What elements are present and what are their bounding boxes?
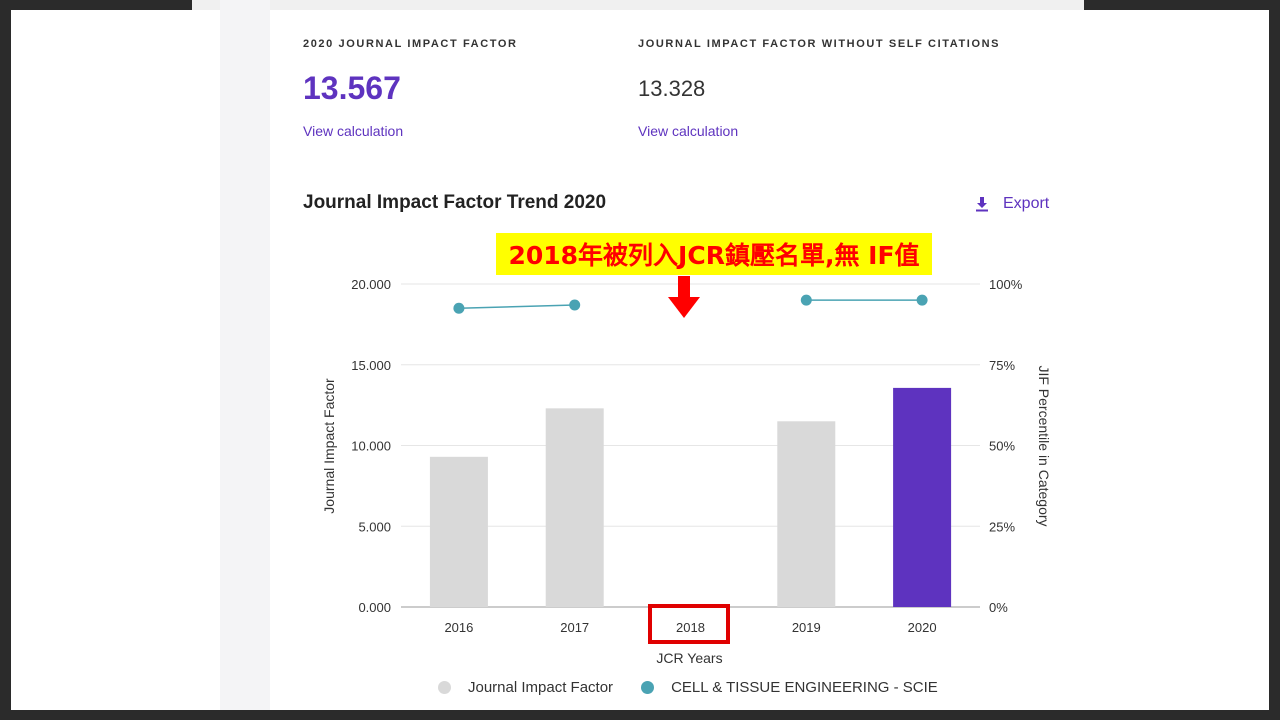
- highlight-box-2018: [648, 604, 730, 644]
- impact-factor-trend-chart: 0.000 5.000 10.000 15.000 20.000 0% 25% 50% 75% 1…: [321, 276, 1052, 666]
- bar[interactable]: [545, 408, 604, 607]
- chart-legend: Journal Impact Factor CELL & TISSUE ENGI…: [438, 679, 966, 696]
- percentile-point[interactable]: [569, 299, 581, 311]
- y2-tick-label: 25%: [989, 519, 1015, 534]
- percentile-point[interactable]: [916, 294, 928, 306]
- legend-marker-jif: [438, 681, 451, 694]
- y2-axis-title: JIF Percentile in Category: [1036, 365, 1052, 526]
- bar[interactable]: [893, 387, 952, 607]
- y-tick-label: 5.000: [358, 519, 391, 534]
- y2-tick-label: 0%: [989, 600, 1008, 615]
- legend-item-category[interactable]: CELL & TISSUE ENGINEERING - SCIE: [641, 679, 938, 696]
- y-axis-title: Journal Impact Factor: [321, 378, 337, 514]
- legend-label-jif: Journal Impact Factor: [468, 679, 614, 696]
- y-tick-label: 10.000: [351, 439, 391, 454]
- y2-tick-label: 75%: [989, 358, 1015, 373]
- x-axis-title: JCR Years: [656, 650, 722, 666]
- x-tick-label: 2019: [792, 620, 821, 635]
- legend-marker-category: [641, 681, 655, 694]
- x-tick-label: 2017: [560, 620, 589, 635]
- legend-label-category: CELL & TISSUE ENGINEERING - SCIE: [671, 679, 938, 696]
- legend-item-jif[interactable]: Journal Impact Factor: [438, 679, 613, 696]
- x-tick-label: 2016: [444, 620, 473, 635]
- annotation-banner: 2018年被列入JCR鎮壓名單,無 IF值: [496, 233, 932, 275]
- percentile-point[interactable]: [453, 302, 465, 314]
- y-tick-label: 20.000: [351, 277, 391, 292]
- bar[interactable]: [777, 421, 836, 607]
- percentile-line-segment: [458, 304, 575, 309]
- y-tick-label: 0.000: [358, 600, 391, 615]
- y2-tick-label: 50%: [989, 439, 1015, 454]
- y2-tick-label: 100%: [989, 277, 1023, 292]
- x-tick-label: 2020: [908, 620, 937, 635]
- percentile-point[interactable]: [800, 294, 812, 306]
- bar[interactable]: [429, 456, 488, 607]
- y-tick-label: 15.000: [351, 358, 391, 373]
- red-down-arrow: [668, 276, 700, 318]
